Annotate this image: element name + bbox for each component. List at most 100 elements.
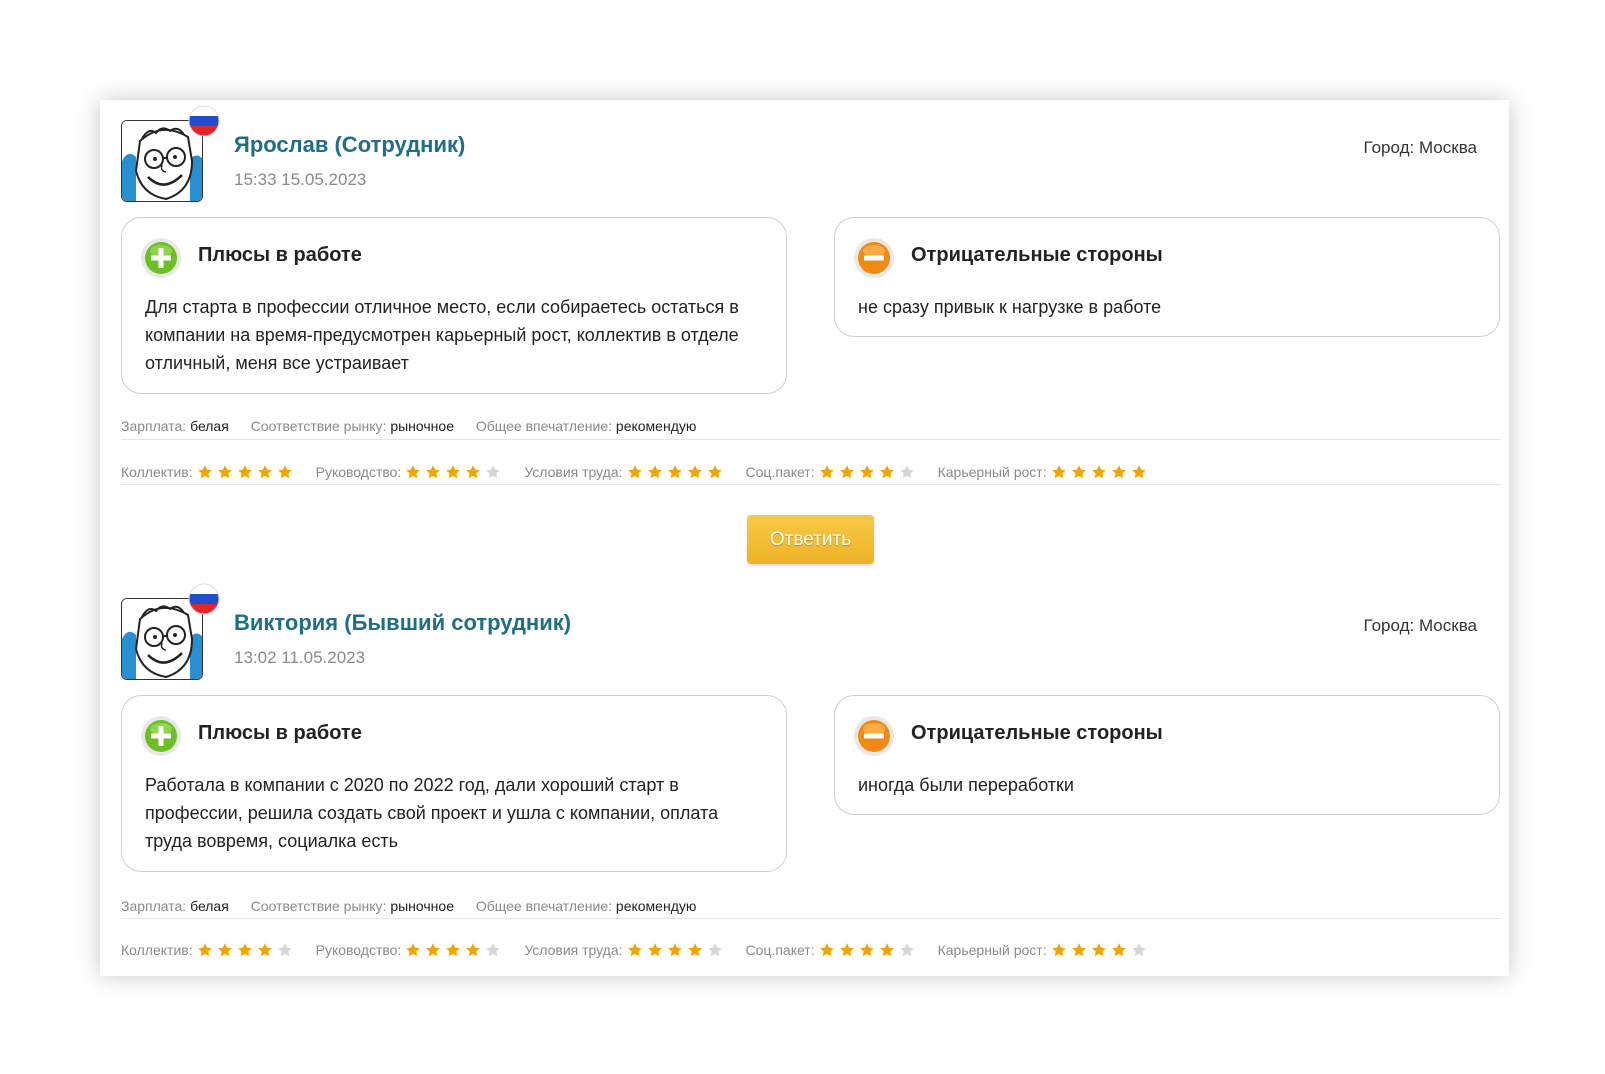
impression: Общее впечатление: рекомендую [476,418,696,434]
star-icon [819,942,839,958]
russia-flag-icon [188,105,220,137]
impression-label: Общее впечатление: [475,418,613,434]
divider [121,439,1501,440]
divider [121,918,1501,919]
cons-text: не сразу привык к нагрузке в работе [858,297,1162,317]
stars [627,464,727,480]
star-icon [627,464,647,480]
star-icon [1111,942,1131,958]
star-icon [237,942,257,958]
star-icon [445,942,465,958]
star-icon [687,464,707,480]
rating-label: Коллектив: [121,464,193,480]
minus-circle-icon [853,715,895,757]
star-icon [1071,464,1091,480]
star-icon [667,942,687,958]
rating-career: Карьерный рост: [938,942,1151,958]
author-name[interactable]: Ярослав (Сотрудник) [234,132,465,158]
star-icon [627,942,647,958]
rating-management: Руководство: [316,464,506,480]
star-icon [197,942,217,958]
salary-label: Зарплата: [121,418,187,434]
rating-label: Руководство: [315,942,402,958]
star-icon [465,464,485,480]
russia-flag-icon [188,583,220,615]
ratings-row: Коллектив: Руководство: Условия труда: С… [121,942,1170,958]
star-icon [485,464,505,480]
avatar [121,583,220,680]
star-icon [1091,464,1111,480]
review-city: Город: Москва [1363,138,1477,157]
stars [627,942,727,958]
star-icon [707,942,727,958]
impression-value: рекомендую [615,418,697,434]
stars [197,464,297,480]
star-icon [237,464,257,480]
star-icon [257,464,277,480]
author-name[interactable]: Виктория (Бывший сотрудник) [234,610,571,636]
star-icon [839,464,859,480]
market-label: Соответствие рынку: [250,898,387,914]
star-icon [217,942,237,958]
review-meta: Зарплата: белая Соответствие рынку: рыно… [121,898,714,914]
salary-value: белая [190,898,229,914]
star-icon [1131,942,1151,958]
star-icon [707,464,727,480]
pros-title: Плюсы в работе [198,244,362,266]
plus-circle-icon [140,715,182,757]
rating-label: Карьерный рост: [937,942,1047,958]
rating-conditions: Условия труда: [524,464,726,480]
cons-box: Отрицательные стороны иногда были перера… [834,695,1500,815]
pros-title: Плюсы в работе [198,722,362,744]
reviews-card: Ярослав (Сотрудник) 15:33 15.05.2023 Гор… [100,100,1509,976]
cons-text: иногда были переработки [858,775,1074,795]
impression-label: Общее впечатление: [475,898,613,914]
rating-label: Коллектив: [121,942,193,958]
salary-label: Зарплата: [121,898,187,914]
star-icon [405,942,425,958]
star-icon [839,942,859,958]
star-icon [425,464,445,480]
star-icon [197,464,217,480]
rating-benefits: Соц.пакет: [746,464,919,480]
star-icon [445,464,465,480]
pros-box: Плюсы в работе Для старта в профессии от… [121,217,787,394]
market-label: Соответствие рынку: [250,418,387,434]
salary-value: белая [190,418,229,434]
cons-title: Отрицательные стороны [911,244,1163,266]
star-icon [277,942,297,958]
star-icon [1051,942,1071,958]
pros-box: Плюсы в работе Работала в компании с 202… [121,695,787,872]
rating-label: Условия труда: [524,464,623,480]
salary: Зарплата: белая [121,418,233,434]
stars [197,942,297,958]
star-icon [899,464,919,480]
star-icon [859,942,879,958]
star-icon [899,942,919,958]
star-icon [465,942,485,958]
star-icon [1091,942,1111,958]
review-date: 15:33 15.05.2023 [234,170,367,189]
star-icon [879,942,899,958]
rating-label: Соц.пакет: [745,464,815,480]
stars [1051,942,1151,958]
rating-label: Соц.пакет: [745,942,815,958]
market-value: рыночное [390,418,454,434]
impression-value: рекомендую [615,898,697,914]
market-value: рыночное [390,898,454,914]
star-icon [819,464,839,480]
star-icon [647,464,667,480]
avatar [121,105,220,202]
review-meta: Зарплата: белая Соответствие рынку: рыно… [121,418,714,434]
reply-button[interactable]: Ответить [747,515,874,564]
review-date: 13:02 11.05.2023 [234,648,366,667]
impression: Общее впечатление: рекомендую [476,898,696,914]
rating-label: Карьерный рост: [937,464,1047,480]
minus-circle-icon [853,237,895,279]
star-icon [1071,942,1091,958]
star-icon [485,942,505,958]
star-icon [1111,464,1131,480]
star-icon [217,464,237,480]
rating-benefits: Соц.пакет: [746,942,919,958]
pros-text: Для старта в профессии отличное место, е… [145,297,739,373]
